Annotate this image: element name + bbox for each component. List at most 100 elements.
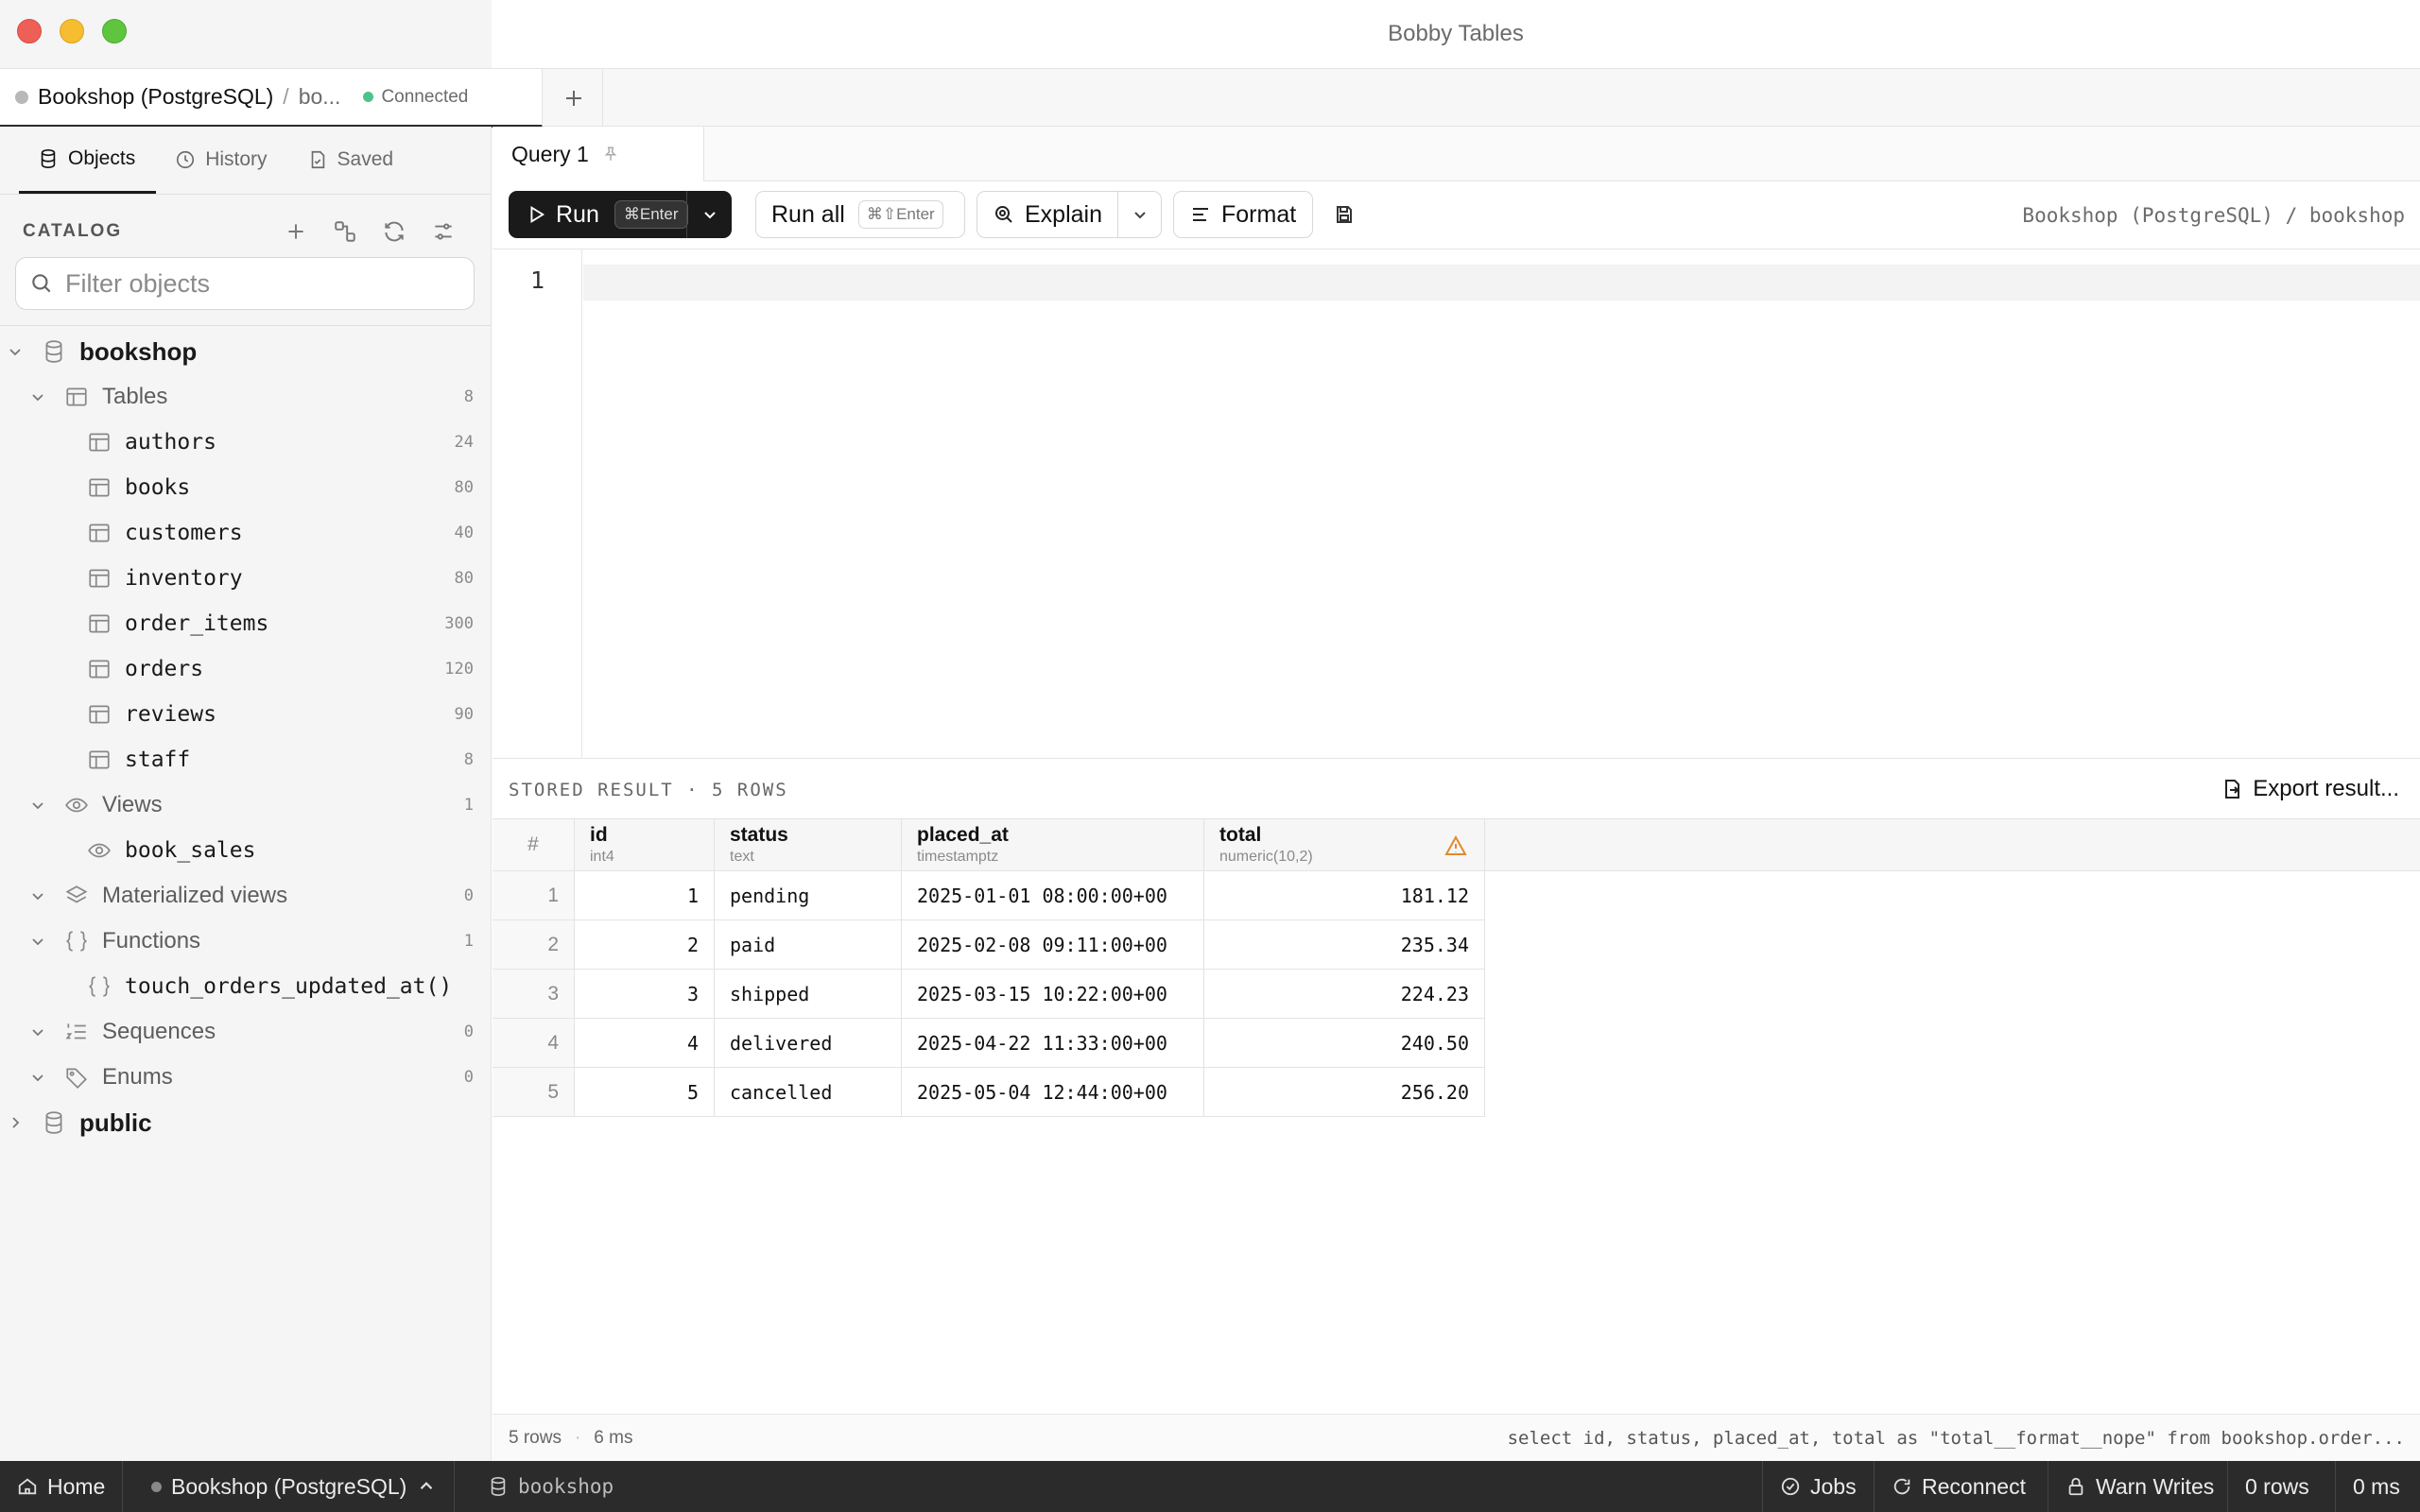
explain-button[interactable]: Explain: [977, 191, 1162, 238]
column-header-total[interactable]: total numeric(10,2): [1204, 819, 1485, 870]
add-connection-button[interactable]: [544, 69, 603, 128]
sql-preview[interactable]: select id, status, placed_at, total as "…: [1508, 1428, 2405, 1449]
total-cell[interactable]: 224.23: [1204, 970, 1485, 1018]
active-line-highlight[interactable]: [583, 265, 2420, 301]
filter-objects-field[interactable]: [15, 257, 475, 310]
tree-item-view[interactable]: book_sales: [0, 828, 491, 873]
connection-tab[interactable]: Bookshop (PostgreSQL) / bo... Connected: [0, 69, 543, 128]
total-cell[interactable]: 240.50: [1204, 1019, 1485, 1067]
tab-saved[interactable]: Saved: [288, 126, 415, 194]
tree-item-table[interactable]: books 80: [0, 465, 491, 510]
minimize-window-button[interactable]: [60, 19, 84, 43]
placed-at-cell[interactable]: 2025-03-15 10:22:00+00: [902, 970, 1204, 1018]
tree-group-sequences[interactable]: Sequences 0: [0, 1009, 491, 1055]
id-cell[interactable]: 5: [575, 1068, 715, 1116]
table-row[interactable]: 3 3 shipped 2025-03-15 10:22:00+00 224.23: [493, 970, 1485, 1019]
table-row[interactable]: 1 1 pending 2025-01-01 08:00:00+00 181.12: [493, 871, 1485, 920]
pin-icon[interactable]: [602, 146, 619, 163]
jobs-button[interactable]: Jobs: [1762, 1461, 1874, 1512]
placed-at-cell[interactable]: 2025-04-22 11:33:00+00: [902, 1019, 1204, 1067]
result-grid: # id int4 status text placed_at timestam…: [493, 818, 1485, 1117]
chevron-down-icon[interactable]: [28, 932, 47, 951]
tab-history[interactable]: History: [156, 126, 287, 194]
database-indicator[interactable]: bookshop: [471, 1461, 631, 1512]
reconnect-button[interactable]: Reconnect: [1874, 1461, 2043, 1512]
database-icon: [491, 1477, 506, 1496]
tree-node-bookshop[interactable]: bookshop: [0, 329, 491, 374]
result-grid-body: 1 1 pending 2025-01-01 08:00:00+00 181.12 2 2 p…: [493, 871, 1485, 1117]
table-row[interactable]: 4 4 delivered 2025-04-22 11:33:00+00 240.50: [493, 1019, 1485, 1068]
chevron-down-icon[interactable]: [6, 342, 25, 361]
placed-at-cell[interactable]: 2025-01-01 08:00:00+00: [902, 871, 1204, 919]
status-cell[interactable]: shipped: [715, 970, 902, 1018]
tab-objects[interactable]: Objects: [19, 126, 157, 194]
tree-item-table[interactable]: orders 120: [0, 646, 491, 692]
id-cell[interactable]: 2: [575, 920, 715, 969]
run-button[interactable]: Run ⌘Enter: [509, 191, 732, 238]
table-row[interactable]: 2 2 paid 2025-02-08 09:11:00+00 235.34: [493, 920, 1485, 970]
column-name: status: [730, 824, 788, 846]
id-cell[interactable]: 1: [575, 871, 715, 919]
run-all-button[interactable]: Run all ⌘⇧Enter: [755, 191, 965, 238]
tree-label: touch_orders_updated_at(): [125, 974, 453, 999]
chevron-down-icon: [703, 212, 716, 219]
total-cell[interactable]: 235.34: [1204, 920, 1485, 969]
placed-at-cell[interactable]: 2025-05-04 12:44:00+00: [902, 1068, 1204, 1116]
catalog-settings-button[interactable]: [419, 213, 468, 250]
maximize-window-button[interactable]: [102, 19, 127, 43]
export-file-icon: [2225, 780, 2240, 799]
filter-objects-input[interactable]: [65, 268, 462, 299]
id-cell[interactable]: 4: [575, 1019, 715, 1067]
add-object-button[interactable]: [271, 213, 320, 250]
home-button[interactable]: Home: [0, 1461, 124, 1512]
tree-item-table[interactable]: staff 8: [0, 737, 491, 782]
schema-diagram-button[interactable]: [320, 213, 370, 250]
timing-indicator: 0 ms: [2335, 1461, 2417, 1512]
format-button[interactable]: Format: [1173, 191, 1313, 238]
chevron-down-icon[interactable]: [28, 1022, 47, 1041]
tree-group-functions[interactable]: Functions 1: [0, 919, 491, 964]
tree-label: book_sales: [125, 838, 256, 863]
tree-group-views[interactable]: Views 1: [0, 782, 491, 828]
warning-icon[interactable]: [1444, 834, 1467, 857]
total-cell[interactable]: 181.12: [1204, 871, 1485, 919]
connection-switcher[interactable]: Bookshop (PostgreSQL): [134, 1461, 456, 1512]
close-window-button[interactable]: [17, 19, 42, 43]
tree-group-materialized-views[interactable]: Materialized views 0: [0, 873, 491, 919]
save-query-button[interactable]: [1322, 191, 1366, 238]
chevron-right-icon[interactable]: [6, 1113, 25, 1132]
tree-item-table[interactable]: inventory 80: [0, 556, 491, 601]
tree-group-enums[interactable]: Enums 0: [0, 1055, 491, 1100]
tree-item-function[interactable]: touch_orders_updated_at(): [0, 964, 491, 1009]
table-icon: [89, 569, 110, 588]
status-cell[interactable]: cancelled: [715, 1068, 902, 1116]
tree-node-public[interactable]: public: [0, 1100, 491, 1145]
explain-options-button[interactable]: [1117, 192, 1161, 237]
column-header-id[interactable]: id int4: [575, 819, 715, 870]
total-cell[interactable]: 256.20: [1204, 1068, 1485, 1116]
tab-query-1[interactable]: Query 1: [493, 127, 704, 181]
status-cell[interactable]: pending: [715, 871, 902, 919]
status-cell[interactable]: paid: [715, 920, 902, 969]
tree-item-table[interactable]: reviews 90: [0, 692, 491, 737]
tree-group-tables[interactable]: Tables 8: [0, 374, 491, 420]
column-header-status[interactable]: status text: [715, 819, 902, 870]
chevron-down-icon[interactable]: [28, 886, 47, 905]
column-header-placed-at[interactable]: placed_at timestamptz: [902, 819, 1204, 870]
warn-writes-toggle[interactable]: Warn Writes: [2048, 1461, 2231, 1512]
placed-at-cell[interactable]: 2025-02-08 09:11:00+00: [902, 920, 1204, 969]
row-index-cell: 2: [493, 920, 575, 969]
tree-item-table[interactable]: order_items 300: [0, 601, 491, 646]
export-result-button[interactable]: Export result...: [2221, 772, 2399, 806]
tree-item-table[interactable]: authors 24: [0, 420, 491, 465]
run-options-button[interactable]: [686, 191, 732, 238]
sql-editor[interactable]: 1: [493, 249, 2420, 758]
status-cell[interactable]: delivered: [715, 1019, 902, 1067]
table-row[interactable]: 5 5 cancelled 2025-05-04 12:44:00+00 256.20: [493, 1068, 1485, 1117]
chevron-down-icon[interactable]: [28, 796, 47, 815]
tree-item-table[interactable]: customers 40: [0, 510, 491, 556]
chevron-down-icon[interactable]: [28, 1068, 47, 1087]
id-cell[interactable]: 3: [575, 970, 715, 1018]
chevron-down-icon[interactable]: [28, 387, 47, 406]
refresh-catalog-button[interactable]: [370, 213, 419, 250]
